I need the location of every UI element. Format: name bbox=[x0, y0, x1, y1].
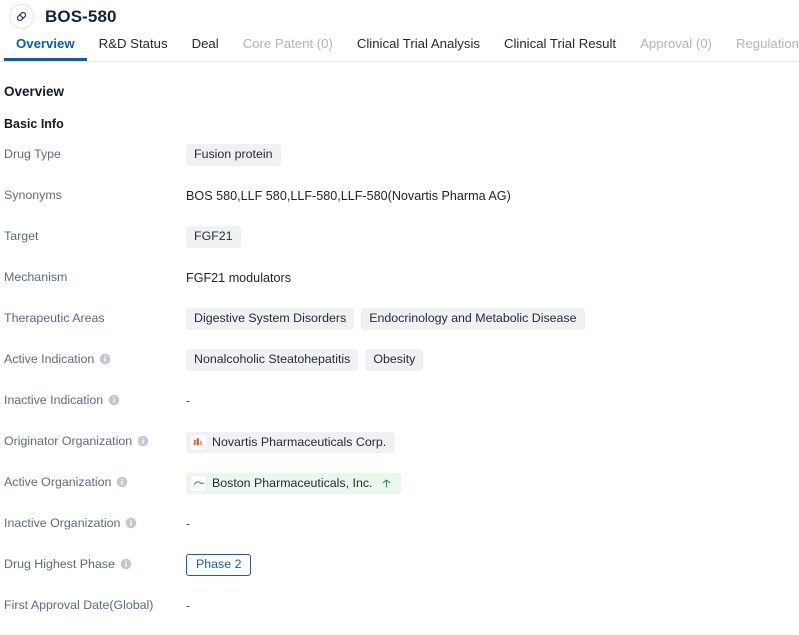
tab-regulation[interactable]: Regulation (0) bbox=[724, 33, 799, 60]
info-row: First Approval Date(Global) - bbox=[4, 594, 799, 635]
value-chip[interactable]: Digestive System Disorders bbox=[186, 308, 355, 330]
tab-overview[interactable]: Overview bbox=[4, 33, 87, 61]
row-label: Inactive Organization bbox=[4, 512, 186, 530]
info-row: Inactive Indication - bbox=[4, 389, 799, 430]
info-row: Originator Organization Novartis Pharmace… bbox=[4, 430, 799, 471]
subsection-title-basic-info: Basic Info bbox=[4, 117, 64, 131]
row-label-text: Therapeutic Areas bbox=[4, 311, 105, 325]
page-title: BOS-580 bbox=[45, 6, 117, 26]
row-label: Mechanism bbox=[4, 266, 186, 284]
row-value: - bbox=[186, 512, 799, 535]
info-row: Mechanism FGF21 modulators bbox=[4, 266, 799, 307]
info-row: Synonyms BOS 580,LLF 580,LLF-580,LLF-580(… bbox=[4, 184, 799, 225]
row-label-text: Inactive Organization bbox=[4, 516, 121, 530]
row-label: Active Organization bbox=[4, 471, 186, 489]
value-empty: - bbox=[186, 394, 191, 408]
organization-name: Boston Pharmaceuticals, Inc. bbox=[212, 475, 373, 490]
row-label-text: Drug Type bbox=[4, 147, 61, 161]
row-label: Originator Organization bbox=[4, 430, 186, 448]
value-chip[interactable]: Nonalcoholic Steatohepatitis bbox=[186, 349, 359, 371]
organization-chip[interactable]: Novartis Pharmaceuticals Corp. bbox=[186, 431, 396, 453]
tab-approval[interactable]: Approval (0) bbox=[628, 33, 724, 60]
value-text: FGF21 modulators bbox=[186, 271, 291, 285]
row-label: Drug Type bbox=[4, 143, 186, 161]
organization-chip[interactable]: Boston Pharmaceuticals, Inc. bbox=[186, 472, 402, 494]
info-icon[interactable] bbox=[120, 558, 132, 570]
row-value: Digestive System Disorders Endocrinology … bbox=[186, 307, 799, 330]
row-label-text: Drug Highest Phase bbox=[4, 557, 115, 571]
value-chip[interactable]: FGF21 bbox=[186, 226, 241, 248]
value-empty: - bbox=[186, 517, 191, 531]
row-value: Novartis Pharmaceuticals Corp. bbox=[186, 430, 799, 453]
row-value: Fusion protein bbox=[186, 143, 799, 166]
value-chip[interactable]: Endocrinology and Metabolic Disease bbox=[361, 308, 585, 330]
row-label-text: Originator Organization bbox=[4, 434, 133, 448]
info-row: Active Organization Boston Pharmaceutical… bbox=[4, 471, 799, 512]
page-header: BOS-580 bbox=[0, 0, 799, 33]
row-label: Target bbox=[4, 225, 186, 243]
basic-info-rows: Drug Type Fusion protein Synonyms BOS 580,L… bbox=[4, 143, 799, 635]
row-value: Boston Pharmaceuticals, Inc. bbox=[186, 471, 799, 494]
info-row: Drug Highest Phase Phase 2 bbox=[4, 553, 799, 594]
info-icon[interactable] bbox=[99, 353, 111, 365]
value-chip[interactable]: Fusion protein bbox=[186, 144, 281, 166]
row-label: Inactive Indication bbox=[4, 389, 186, 407]
info-row: Target FGF21 bbox=[4, 225, 799, 266]
novartis-logo-icon bbox=[191, 434, 206, 450]
row-label: Therapeutic Areas bbox=[4, 307, 186, 325]
row-value: - bbox=[186, 389, 799, 412]
info-row: Therapeutic Areas Digestive System Disord… bbox=[4, 307, 799, 348]
info-icon[interactable] bbox=[137, 435, 149, 447]
row-value: - bbox=[186, 594, 799, 617]
tab-core-patent[interactable]: Core Patent (0) bbox=[231, 33, 345, 60]
section-title-overview: Overview bbox=[4, 84, 65, 99]
tab-bar: Overview R&D Status Deal Core Patent (0)… bbox=[0, 33, 799, 62]
row-label: Drug Highest Phase bbox=[4, 553, 186, 571]
row-label: Active Indication bbox=[4, 348, 186, 366]
row-value: FGF21 bbox=[186, 225, 799, 248]
row-value: FGF21 modulators bbox=[186, 266, 799, 289]
info-icon[interactable] bbox=[116, 476, 128, 488]
info-icon[interactable] bbox=[125, 517, 137, 529]
row-label: First Approval Date(Global) bbox=[4, 594, 186, 612]
tab-deal[interactable]: Deal bbox=[180, 33, 231, 60]
tab-rd-status[interactable]: R&D Status bbox=[87, 33, 180, 60]
info-row: Drug Type Fusion protein bbox=[4, 143, 799, 184]
row-value: Phase 2 bbox=[186, 553, 799, 576]
row-label-text: First Approval Date(Global) bbox=[4, 598, 154, 612]
organization-name: Novartis Pharmaceuticals Corp. bbox=[212, 434, 387, 449]
value-text: BOS 580,LLF 580,LLF-580,LLF-580(Novartis… bbox=[186, 189, 511, 203]
info-row: Inactive Organization - bbox=[4, 512, 799, 553]
info-row: Active Indication Nonalcoholic Steatohepa… bbox=[4, 348, 799, 389]
row-label-text: Mechanism bbox=[4, 270, 68, 284]
pill-capsule-icon bbox=[9, 4, 34, 29]
row-label-text: Active Organization bbox=[4, 475, 112, 489]
overview-panel: Overview Basic Info Drug Type Fusion prot… bbox=[0, 84, 799, 635]
row-value: Nonalcoholic Steatohepatitis Obesity bbox=[186, 348, 799, 371]
row-label-text: Synonyms bbox=[4, 188, 62, 202]
row-label-text: Active Indication bbox=[4, 352, 95, 366]
row-label-text: Target bbox=[4, 229, 39, 243]
info-icon[interactable] bbox=[108, 394, 120, 406]
value-chip[interactable]: Obesity bbox=[365, 349, 424, 371]
tab-clinical-trial-analysis[interactable]: Clinical Trial Analysis bbox=[345, 33, 492, 60]
boston-pharmaceuticals-logo-icon bbox=[191, 475, 206, 491]
trend-up-icon bbox=[381, 478, 392, 489]
tab-clinical-trial-result[interactable]: Clinical Trial Result bbox=[492, 33, 628, 60]
value-empty: - bbox=[186, 599, 191, 613]
phase-badge[interactable]: Phase 2 bbox=[186, 554, 252, 576]
row-label: Synonyms bbox=[4, 184, 186, 202]
row-label-text: Inactive Indication bbox=[4, 393, 104, 407]
row-value: BOS 580,LLF 580,LLF-580,LLF-580(Novartis… bbox=[186, 184, 799, 207]
